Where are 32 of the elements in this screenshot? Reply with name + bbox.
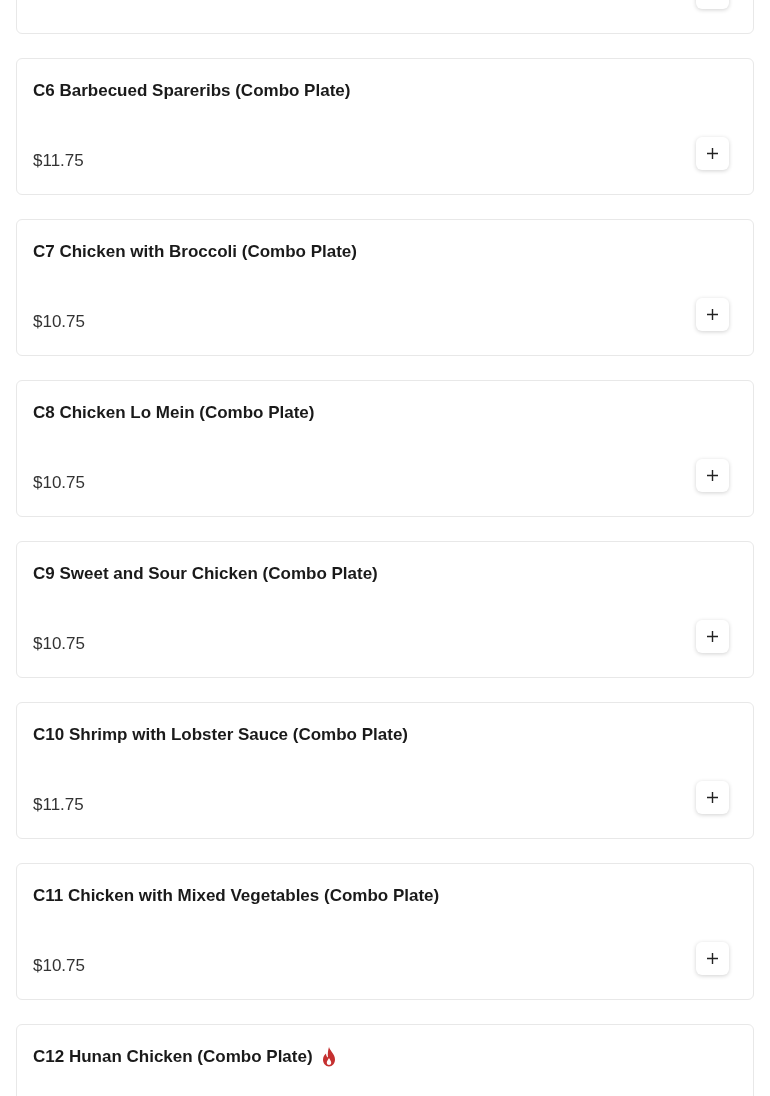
menu-item-card[interactable]: C7 Chicken with Broccoli (Combo Plate) $10.75 xyxy=(16,219,754,356)
add-button[interactable] xyxy=(696,942,729,975)
menu-item-card[interactable]: C9 Sweet and Sour Chicken (Combo Plate) $10.75 xyxy=(16,541,754,678)
menu-item-card[interactable]: C12 Hunan Chicken (Combo Plate) xyxy=(16,1024,754,1096)
item-price: $11.75 xyxy=(33,152,84,169)
plus-icon xyxy=(707,792,718,803)
item-title: C11 Chicken with Mixed Vegetables (Combo Plate) xyxy=(33,885,440,908)
item-title: C7 Chicken with Broccoli (Combo Plate) xyxy=(33,241,357,264)
add-button[interactable] xyxy=(696,137,729,170)
menu-item-card[interactable]: C10 Shrimp with Lobster Sauce (Combo Plate) $11.75 xyxy=(16,702,754,839)
item-price: $10.75 xyxy=(33,635,85,652)
plus-icon xyxy=(707,470,718,481)
item-price: $10.75 xyxy=(33,957,85,974)
menu-item-card[interactable]: C11 Chicken with Mixed Vegetables (Combo Plate) $10.75 xyxy=(16,863,754,1000)
add-button[interactable] xyxy=(696,459,729,492)
item-price: $10.75 xyxy=(33,474,85,491)
add-button[interactable] xyxy=(696,298,729,331)
menu-item-card[interactable]: C6 Barbecued Spareribs (Combo Plate) $11.75 xyxy=(16,58,754,195)
plus-icon xyxy=(707,631,718,642)
item-title: C10 Shrimp with Lobster Sauce (Combo Plate) xyxy=(33,724,408,747)
item-title: C12 Hunan Chicken (Combo Plate) xyxy=(33,1046,313,1069)
item-price: $11.75 xyxy=(33,796,84,813)
add-button[interactable] xyxy=(696,620,729,653)
item-title: C8 Chicken Lo Mein (Combo Plate) xyxy=(33,402,315,425)
item-title: C6 Barbecued Spareribs (Combo Plate) xyxy=(33,80,351,103)
plus-icon xyxy=(707,309,718,320)
menu-item-card[interactable]: C8 Chicken Lo Mein (Combo Plate) $10.75 xyxy=(16,380,754,517)
add-button[interactable] xyxy=(696,781,729,814)
item-price: $10.75 xyxy=(33,313,85,330)
plus-icon xyxy=(707,148,718,159)
item-title: C9 Sweet and Sour Chicken (Combo Plate) xyxy=(33,563,378,586)
plus-icon xyxy=(707,953,718,964)
